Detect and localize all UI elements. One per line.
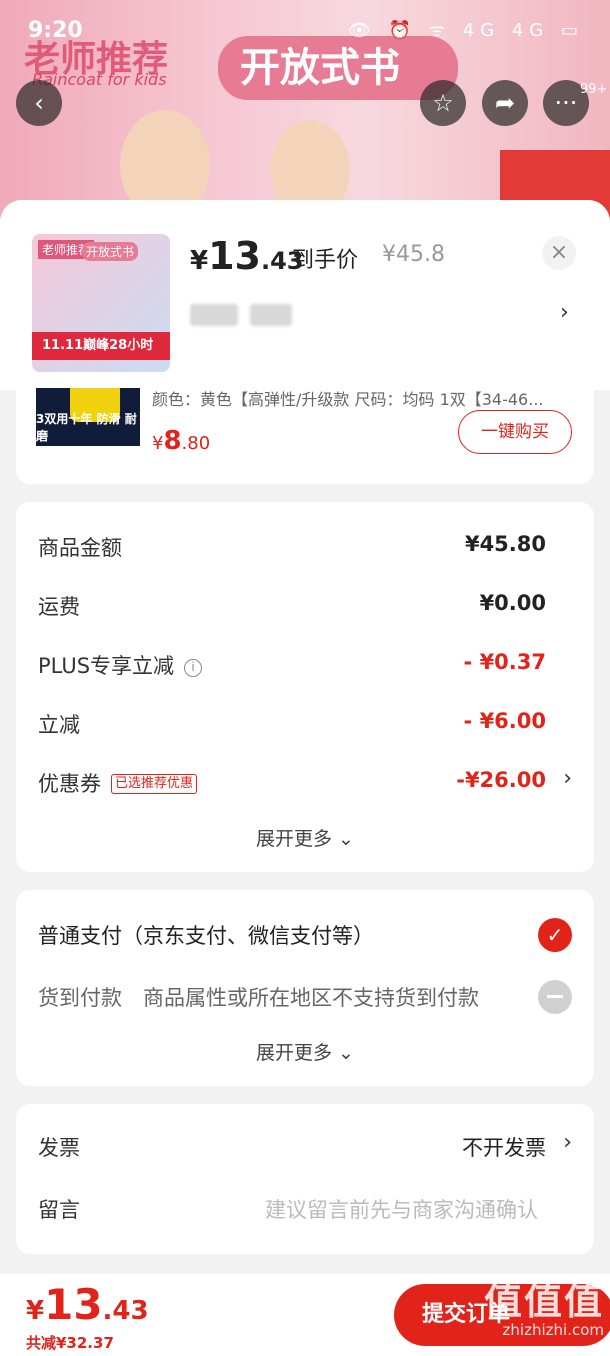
- summary-value: ¥45.80: [464, 532, 546, 556]
- disabled-option-icon: [538, 980, 572, 1014]
- status-bar: 9:20 👁 ⏰ ᯤ 4G 4G ▭: [0, 0, 610, 64]
- one-click-buy-button[interactable]: 一键购买: [458, 410, 572, 454]
- summary-row-shipping: 运费 ¥0.00: [38, 591, 572, 621]
- note-input[interactable]: 建议留言前先与商家沟通确认: [265, 1194, 538, 1224]
- cod-note: 商品属性或所在地区不支持货到付款: [143, 986, 479, 1010]
- price-integer: 13: [44, 1280, 103, 1329]
- watermark-text: 值值值: [483, 1279, 604, 1323]
- expand-more-summary[interactable]: 展开更多 ⌄: [16, 824, 594, 851]
- summary-value: ¥0.00: [479, 591, 546, 615]
- favorite-button[interactable]: ☆: [420, 80, 466, 126]
- share-button[interactable]: ➦: [482, 80, 528, 126]
- chevron-right-icon: ›: [563, 766, 572, 791]
- invoice-value: 不开发票: [462, 1136, 546, 1160]
- share-icon: ➦: [494, 89, 516, 117]
- summary-value: - ¥0.37: [463, 650, 546, 674]
- final-price-label: 到手价: [292, 248, 359, 273]
- watermark-url: zhizhizhi.com: [502, 1321, 604, 1339]
- note-row[interactable]: 留言 建议留言前先与商家沟通确认: [38, 1194, 572, 1224]
- promo-item: 3双用十年 防滑 耐磨 颜色：黄色【高弹性/升级款 尺码：均码 1双【34-46…: [16, 388, 594, 484]
- price-symbol: ¥: [190, 246, 209, 276]
- promo-description: 颜色：黄色【高弹性/升级款 尺码：均码 1双【34-46...: [152, 390, 544, 409]
- price-symbol: ¥: [26, 1296, 45, 1326]
- summary-label: 运费: [38, 595, 80, 619]
- summary-row-coupon[interactable]: 优惠券 已选推荐优惠 -¥26.00 ›: [38, 766, 572, 798]
- watermark: 值值值 zhizhizhi.com: [454, 1270, 604, 1356]
- spec-chevron-icon[interactable]: ›: [560, 300, 569, 325]
- price-decimal: .80: [181, 433, 211, 454]
- back-button[interactable]: ‹: [16, 80, 62, 126]
- payment-option-normal[interactable]: 普通支付（京东支付、微信支付等）: [38, 920, 572, 950]
- promo-price: ¥8.80: [152, 426, 210, 456]
- payment-option-cod: 货到付款 商品属性或所在地区不支持货到付款: [38, 982, 572, 1012]
- summary-label: 立减: [38, 713, 80, 737]
- price-summary-card: 商品金额 ¥45.80 运费 ¥0.00 PLUS专享立减 i - ¥0.37 立…: [16, 502, 594, 872]
- close-button[interactable]: ×: [542, 236, 576, 270]
- close-icon: ×: [549, 240, 569, 265]
- summary-row-plus: PLUS专享立减 i - ¥0.37: [38, 650, 572, 680]
- price-integer: 13: [208, 234, 261, 278]
- status-time: 9:20: [28, 18, 83, 43]
- coupon-tag: 已选推荐优惠: [111, 774, 198, 794]
- original-price: ¥45.8: [382, 242, 445, 267]
- cod-label: 货到付款: [38, 986, 122, 1010]
- summary-label-text: 优惠券: [38, 772, 101, 796]
- summary-value: - ¥6.00: [463, 709, 546, 733]
- message-count-badge: 99+: [580, 82, 608, 97]
- invoice-row[interactable]: 发票 不开发票 ›: [38, 1130, 572, 1162]
- spec-blurred: [190, 304, 238, 326]
- star-icon: ☆: [432, 89, 454, 117]
- summary-label: 商品金额: [38, 536, 122, 560]
- info-icon[interactable]: i: [184, 659, 203, 677]
- order-sheet: 老师推荐 开放式书 11.11巅峰28小时 ¥13.43 到手价 ¥45.8 ×…: [0, 200, 610, 1356]
- note-label: 留言: [38, 1198, 80, 1222]
- summary-row-discount: 立减 - ¥6.00: [38, 709, 572, 739]
- selected-check-icon[interactable]: ✓: [538, 918, 572, 952]
- summary-label: 优惠券 已选推荐优惠: [38, 768, 198, 798]
- price-integer: 8: [163, 426, 182, 456]
- summary-value: -¥26.00: [456, 768, 546, 792]
- spec-blurred: [250, 304, 292, 326]
- payment-label: 货到付款 商品属性或所在地区不支持货到付款: [38, 982, 479, 1012]
- total-price: ¥13.43: [26, 1280, 149, 1329]
- status-icons: 👁 ⏰ ᯤ 4G 4G ▭: [347, 20, 584, 41]
- invoice-label: 发票: [38, 1136, 80, 1160]
- chevron-right-icon: ›: [563, 1130, 572, 1155]
- product-header: 老师推荐 开放式书 11.11巅峰28小时 ¥13.43 到手价 ¥45.8 ×…: [0, 200, 610, 390]
- payment-label: 普通支付（京东支付、微信支付等）: [38, 924, 374, 948]
- extras-card: 发票 不开发票 › 留言 建议留言前先与商家沟通确认: [16, 1104, 594, 1254]
- product-thumbnail[interactable]: 老师推荐 开放式书 11.11巅峰28小时: [32, 234, 170, 372]
- final-price: ¥13.43: [190, 234, 304, 278]
- expand-more-payment[interactable]: 展开更多 ⌄: [16, 1038, 594, 1065]
- summary-row-goods: 商品金额 ¥45.80: [38, 532, 572, 562]
- promo-image[interactable]: 3双用十年 防滑 耐磨: [36, 388, 140, 446]
- promo-image-caption: 3双用十年 防滑 耐磨: [36, 412, 137, 443]
- summary-label-text: PLUS专享立减: [38, 654, 175, 678]
- price-symbol: ¥: [152, 433, 164, 454]
- more-icon: ···: [554, 89, 578, 117]
- chevron-left-icon: ‹: [34, 89, 44, 117]
- price-decimal: .43: [102, 1296, 149, 1326]
- payment-card: 普通支付（京东支付、微信支付等） ✓ 货到付款 商品属性或所在地区不支持货到付款…: [16, 890, 594, 1086]
- thumb-banner: 11.11巅峰28小时: [32, 332, 170, 360]
- total-saved: 共减¥32.37: [26, 1334, 114, 1352]
- summary-label: PLUS专享立减 i: [38, 650, 203, 680]
- thumb-tag: 开放式书: [82, 242, 139, 261]
